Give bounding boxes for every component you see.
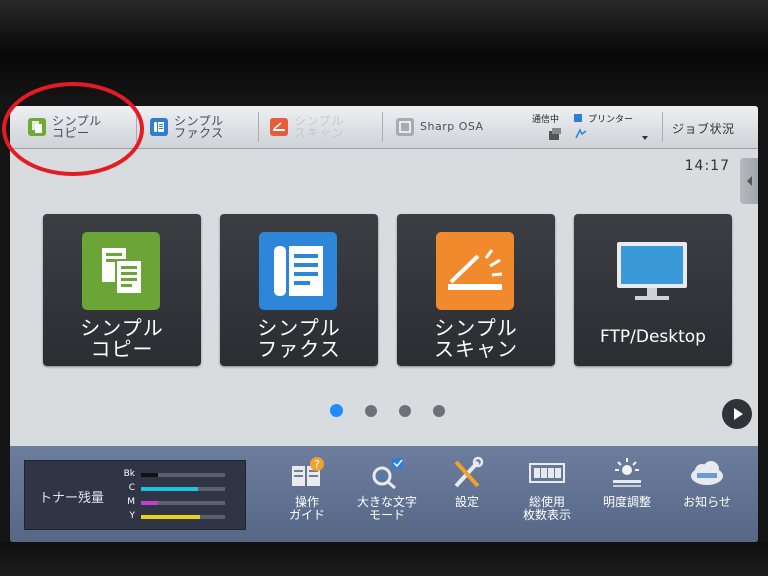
total-count-button[interactable]: 総使用 枚数表示: [512, 456, 582, 536]
page-dot-4[interactable]: [433, 405, 445, 417]
toner-label: C: [128, 483, 135, 493]
operation-guide-button[interactable]: ? 操作 ガイド: [272, 456, 342, 536]
svg-text:?: ?: [314, 458, 320, 471]
page-dot-2[interactable]: [365, 405, 377, 417]
settings-button[interactable]: 設定: [432, 456, 502, 536]
toner-track: [141, 501, 225, 505]
tool-label: 大きな文字 モード: [356, 495, 417, 522]
toner-row-bk: Bk: [121, 469, 241, 481]
large-text-mode-button[interactable]: A 大きな文字 モード: [352, 456, 422, 536]
settings-tools-icon: [454, 456, 484, 488]
printer-activity-icon: [575, 128, 587, 139]
toner-track: [141, 473, 225, 477]
counter-icon: [529, 463, 565, 483]
brightness-icon: [613, 458, 641, 487]
device-bezel-bottom: [0, 542, 768, 576]
guide-icon: ?: [292, 457, 324, 486]
fax-icon: [259, 232, 337, 310]
toner-label: Bk: [123, 469, 135, 479]
topbar-divider: [382, 112, 383, 142]
tile-label: FTP/Desktop: [600, 327, 706, 347]
toner-row-y: Y: [121, 511, 241, 523]
printer-status-square: [574, 114, 582, 122]
tool-label: 明度調整: [602, 495, 651, 509]
toner-fill: [141, 487, 199, 491]
tool-label: 総使用 枚数表示: [522, 495, 571, 522]
toner-title: トナー残量: [39, 491, 105, 506]
copy-icon: [82, 232, 160, 310]
tile-simple-fax[interactable]: シンプル ファクス: [220, 214, 378, 366]
topbar-shortcut-label: シンプル ファクス: [174, 114, 224, 140]
toner-fill: [141, 501, 158, 505]
page-dot-3[interactable]: [399, 405, 411, 417]
status-dropdown-arrow-icon: [642, 136, 648, 140]
tool-label: 設定: [454, 495, 479, 509]
communicating-status: 通信中: [532, 115, 560, 125]
tile-simple-scan[interactable]: シンプル スキャン: [397, 214, 555, 366]
tile-label: シンプル ファクス: [257, 316, 341, 361]
toner-track: [141, 515, 225, 519]
toner-label: Y: [129, 511, 136, 521]
printer-status: プリンター: [588, 115, 634, 125]
tile-label: シンプル スキャン: [434, 316, 518, 361]
job-status-button[interactable]: ジョブ状況: [672, 120, 735, 137]
topbar-shortcut-simple-fax[interactable]: シンプル ファクス: [150, 113, 224, 141]
tool-label: お知らせ: [683, 495, 731, 509]
topbar-shortcut-label: シンプル スキャン: [294, 114, 345, 140]
toner-track: [141, 487, 225, 491]
toner-level-panel[interactable]: トナー残量 Bk C M Y: [24, 460, 246, 530]
side-panel-toggle[interactable]: [740, 158, 758, 204]
notice-button[interactable]: お知らせ: [672, 456, 742, 536]
tile-label: シンプル コピー: [80, 316, 164, 361]
topbar-divider: [258, 112, 259, 142]
fax-icon: [150, 118, 168, 136]
cloud-info-icon: [691, 461, 723, 485]
svg-text:A: A: [379, 472, 386, 483]
tool-label: 操作 ガイド: [288, 495, 325, 522]
monitor-icon: [613, 232, 691, 310]
bottom-tool-bar: トナー残量 Bk C M Y ? 操作 ガイド A 大きな文字 モード 設定 総…: [10, 446, 758, 542]
toner-label: M: [127, 497, 135, 507]
topbar-shortcut-sharp-osa[interactable]: Sharp OSA: [396, 113, 484, 141]
clock: 14:17: [684, 158, 730, 174]
topbar-shortcut-simple-scan[interactable]: シンプル スキャン: [270, 113, 344, 141]
large-text-icon: A: [372, 458, 403, 490]
device-bezel-top: [0, 0, 768, 52]
osa-icon: [396, 118, 414, 136]
toner-fill: [141, 515, 200, 519]
touch-screen: シンプル コピー シンプル ファクス シンプル スキャン Sharp OSA 通…: [10, 106, 758, 542]
device-status-indicator[interactable]: 通信中 プリンター: [532, 110, 672, 144]
next-page-button[interactable]: [722, 399, 752, 429]
topbar-shortcut-label: Sharp OSA: [420, 120, 484, 133]
page-dot-1[interactable]: [330, 404, 343, 417]
tile-simple-copy[interactable]: シンプル コピー: [43, 214, 201, 366]
brightness-adjust-button[interactable]: 明度調整: [592, 456, 662, 536]
annotation-highlight-circle: [2, 82, 144, 176]
scan-icon: [436, 232, 514, 310]
scan-icon: [270, 118, 288, 136]
toner-fill: [141, 473, 158, 477]
topbar-divider: [662, 112, 663, 142]
fax-comm-icon: [549, 128, 561, 140]
toner-row-c: C: [121, 483, 241, 495]
tile-ftp-desktop[interactable]: FTP/Desktop: [574, 214, 732, 366]
toner-row-m: M: [121, 497, 241, 509]
